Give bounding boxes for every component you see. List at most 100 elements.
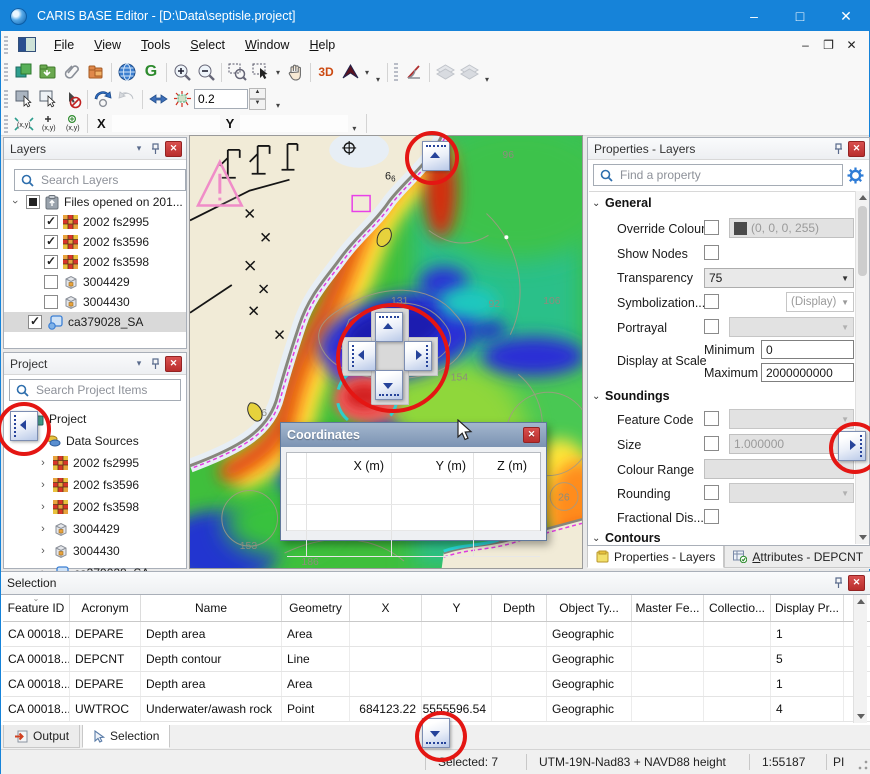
tristate-checkbox[interactable] <box>26 195 40 209</box>
scroll-up-icon[interactable] <box>854 595 867 608</box>
tree-item[interactable]: 3004429 <box>4 272 186 292</box>
tree-item[interactable]: 2002 fs2995 <box>4 212 186 232</box>
column-header[interactable]: ⌄Feature ID <box>3 595 70 621</box>
column-header[interactable]: X <box>350 595 422 621</box>
chevron-collapsed-icon[interactable]: › <box>38 523 48 535</box>
close-button[interactable]: ✕ <box>823 1 869 31</box>
maximize-button[interactable]: □ <box>777 1 823 31</box>
menu-window[interactable]: Window <box>235 34 299 56</box>
scrollbar-thumb[interactable] <box>858 206 867 276</box>
panel-close-icon[interactable]: ✕ <box>165 356 182 372</box>
minimum-scale-input[interactable]: 0 <box>761 340 854 359</box>
tree-item[interactable]: › 2002 fs3598 <box>4 497 186 517</box>
google-earth-icon[interactable]: G <box>139 61 163 83</box>
column-header[interactable]: Geometry <box>282 595 350 621</box>
chevron-collapsed-icon[interactable]: › <box>38 457 48 469</box>
xy-add-icon[interactable]: (x,y) <box>36 113 60 135</box>
toolbar-grip[interactable] <box>4 63 8 81</box>
spin-up-icon[interactable]: ▲ <box>249 88 266 99</box>
3d-view-icon[interactable]: 3D <box>314 61 338 83</box>
scale-label[interactable]: 1:55187 <box>750 755 826 769</box>
chevron-collapsed-icon[interactable]: › <box>38 501 48 513</box>
copy-layers-icon[interactable] <box>12 61 36 83</box>
fractional-display-checkbox[interactable] <box>704 509 719 524</box>
size-checkbox[interactable] <box>704 436 719 451</box>
chevron-down-icon[interactable]: ▾ <box>273 68 283 77</box>
menu-view[interactable]: View <box>84 34 131 56</box>
property-search-input[interactable] <box>618 167 842 183</box>
checkbox-checked[interactable] <box>44 215 58 229</box>
pin-icon[interactable] <box>830 141 846 156</box>
project-search[interactable] <box>9 379 181 401</box>
mdi-restore-button[interactable]: ❐ <box>817 38 840 52</box>
properties-scrollbar[interactable] <box>855 191 869 544</box>
minimize-button[interactable]: – <box>731 1 777 31</box>
scroll-up-icon[interactable] <box>856 191 869 204</box>
scroll-down-icon[interactable] <box>856 531 869 544</box>
chevron-expanded-icon[interactable]: ⌄ <box>592 198 600 209</box>
pin-icon[interactable] <box>147 356 163 371</box>
pin-icon[interactable] <box>147 141 163 156</box>
pan-hand-icon[interactable] <box>283 61 307 83</box>
coordinates-close-icon[interactable]: ✕ <box>523 427 540 443</box>
tree-item[interactable]: › 3004430 <box>4 541 186 561</box>
select-by-outline-icon[interactable] <box>36 88 60 110</box>
tree-item-root[interactable]: › Files opened on 201... <box>4 192 186 212</box>
attach-icon[interactable] <box>60 61 84 83</box>
zoom-in-icon[interactable] <box>170 61 194 83</box>
column-header[interactable]: Display Pr... <box>771 595 844 621</box>
globe-icon[interactable] <box>115 61 139 83</box>
maximum-scale-input[interactable]: 2000000000 <box>761 363 854 382</box>
chevron-down-icon[interactable]: ▾ <box>362 68 372 77</box>
dock-pad-right-button[interactable] <box>404 341 432 371</box>
tree-item[interactable]: 3004430 <box>4 292 186 312</box>
column-header[interactable]: Y <box>422 595 492 621</box>
flash-selection-icon[interactable] <box>170 88 194 110</box>
mdi-close-button[interactable]: ✕ <box>840 38 863 52</box>
column-header[interactable]: Object Ty... <box>547 595 632 621</box>
rounding-checkbox[interactable] <box>704 485 719 500</box>
symbolization-dropdown[interactable]: (Display)▼ <box>786 292 854 312</box>
menu-help[interactable]: Help <box>299 34 345 56</box>
tree-item-selected[interactable]: ca379028_SA <box>4 312 186 332</box>
column-header[interactable]: Name <box>141 595 282 621</box>
show-nodes-checkbox[interactable] <box>704 245 719 260</box>
layers-search-input[interactable] <box>39 172 185 188</box>
checkbox-unchecked[interactable] <box>44 275 58 289</box>
tree-item[interactable]: › 2002 fs3596 <box>4 475 186 495</box>
panel-close-icon[interactable]: ✕ <box>848 575 865 591</box>
overflow-icon[interactable]: ▾ <box>348 124 360 135</box>
overflow-icon[interactable]: ▾ <box>372 75 384 86</box>
chevron-collapsed-icon[interactable]: › <box>38 545 48 557</box>
zoom-selection-icon[interactable] <box>91 88 115 110</box>
dock-right-button[interactable] <box>838 431 866 461</box>
dock-top-button[interactable] <box>422 141 450 171</box>
overflow-icon[interactable]: ▾ <box>272 101 284 112</box>
dock-left-button[interactable] <box>10 411 38 441</box>
scroll-down-icon[interactable] <box>854 710 867 723</box>
tab-properties-layers[interactable]: Properties - Layers <box>587 546 724 568</box>
dock-pad-left-button[interactable] <box>348 341 376 371</box>
zoom-area-icon[interactable] <box>225 61 249 83</box>
dock-bottom-button[interactable] <box>422 718 450 748</box>
coordinates-window[interactable]: Coordinates ✕ X (m) Y (m) Z (m) <box>280 422 547 541</box>
crs-label[interactable]: UTM-19N-Nad83 + NAVD88 height <box>527 755 749 769</box>
copy-folder-icon[interactable] <box>84 61 108 83</box>
column-header[interactable]: Depth <box>492 595 547 621</box>
selection-scrollbar[interactable] <box>853 595 867 723</box>
xy-move-icon[interactable]: (x,y) <box>12 113 36 135</box>
chevron-collapsed-icon[interactable]: › <box>38 479 48 491</box>
zoom-out-icon[interactable] <box>194 61 218 83</box>
column-header[interactable]: Master Fe... <box>632 595 704 621</box>
previous-selection-icon[interactable] <box>115 88 139 110</box>
select-by-rect-icon[interactable] <box>12 88 36 110</box>
tolerance-input[interactable] <box>194 89 248 109</box>
layers-disabled-icon[interactable] <box>457 61 481 83</box>
symbolization-checkbox[interactable] <box>704 294 719 309</box>
north-arrow-icon[interactable] <box>338 61 362 83</box>
tolerance-stepper[interactable]: ▲▼ <box>249 88 266 110</box>
table-row[interactable]: CA 00018... DEPARE Depth area Area Geogr… <box>3 672 870 697</box>
chevron-expanded-icon[interactable]: ⌄ <box>592 391 600 402</box>
override-colour-checkbox[interactable] <box>704 220 719 235</box>
checkbox-unchecked[interactable] <box>44 295 58 309</box>
